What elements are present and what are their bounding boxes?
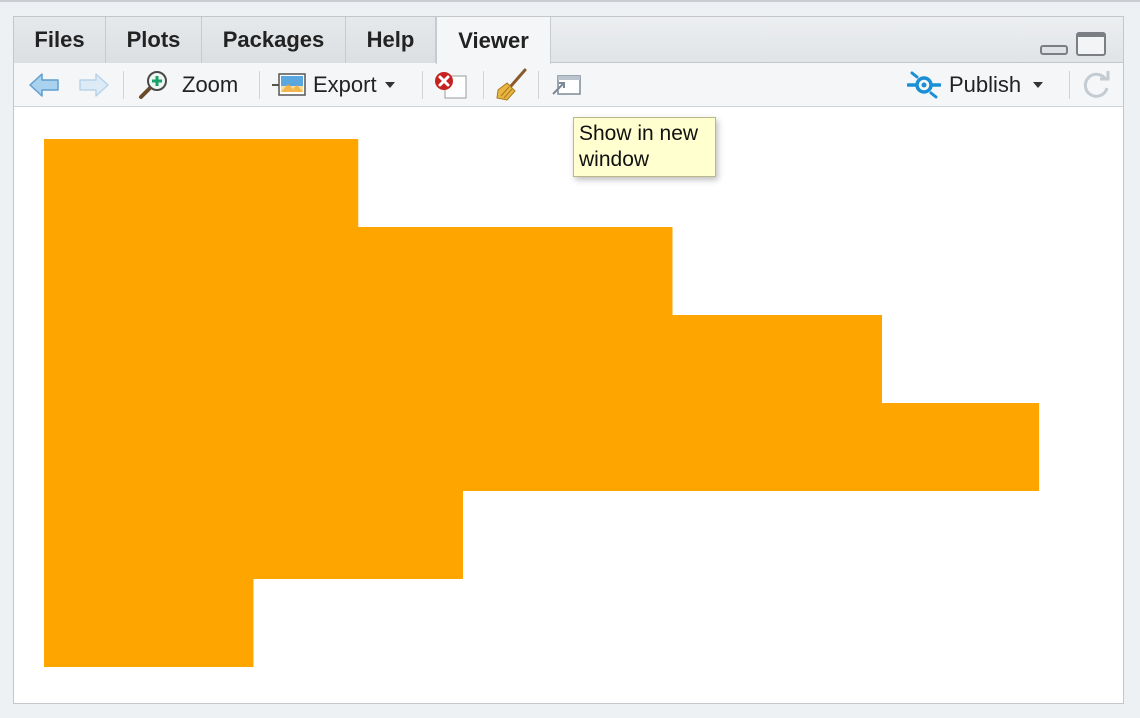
htmlwidget-bars <box>44 139 1040 667</box>
bar-row <box>44 579 254 667</box>
back-button[interactable] <box>28 63 62 107</box>
toolbar-separator <box>422 71 423 99</box>
forward-button[interactable] <box>78 63 112 107</box>
show-in-new-window-tooltip: Show in new window <box>573 117 716 177</box>
toolbar-separator <box>483 71 484 99</box>
publish-label: Publish <box>949 72 1022 97</box>
back-arrow-icon <box>29 73 59 97</box>
zoom-icon <box>139 71 167 99</box>
show-in-new-window-icon <box>552 75 581 95</box>
bar-row <box>44 315 882 403</box>
publish-icon <box>907 71 941 99</box>
tab-files[interactable]: Files <box>14 17 106 63</box>
chevron-down-icon <box>384 82 395 88</box>
refresh-icon <box>1083 71 1110 98</box>
refresh-button[interactable] <box>1082 63 1116 107</box>
export-label: Export <box>313 72 377 97</box>
show-in-new-window-button[interactable] <box>550 63 586 107</box>
bar-row <box>44 227 673 315</box>
minimize-pane-button[interactable] <box>1040 45 1068 55</box>
zoom-label: Zoom <box>182 72 239 97</box>
viewer-pane: Files Plots Packages Help Viewer Zoom Ex… <box>13 16 1124 704</box>
bar-row <box>44 139 359 227</box>
export-menu-button[interactable]: Export <box>271 63 411 107</box>
toolbar-separator <box>1069 71 1070 99</box>
tab-viewer[interactable]: Viewer <box>436 17 551 64</box>
tab-strip: Files Plots Packages Help Viewer <box>14 17 1123 64</box>
forward-arrow-icon <box>79 73 109 97</box>
viewer-content <box>14 108 1123 703</box>
tab-plots[interactable]: Plots <box>106 17 202 63</box>
bar-row <box>44 491 463 579</box>
toolbar-separator <box>123 71 124 99</box>
toolbar-separator <box>538 71 539 99</box>
chevron-down-icon <box>1033 82 1044 88</box>
tooltip-text: Show in new window <box>579 122 699 171</box>
clear-all-viewer-button[interactable] <box>495 63 535 107</box>
toolbar-separator <box>259 71 260 99</box>
remove-viewer-button[interactable] <box>432 63 472 107</box>
broom-icon <box>496 68 527 101</box>
maximize-pane-button[interactable] <box>1076 32 1106 56</box>
export-image-icon <box>272 73 306 96</box>
tab-help[interactable]: Help <box>346 17 436 63</box>
bar-row <box>44 403 1040 491</box>
remove-viewer-icon <box>435 72 467 99</box>
zoom-button[interactable]: Zoom <box>138 63 246 107</box>
tab-packages[interactable]: Packages <box>202 17 346 63</box>
viewer-toolbar: Zoom Export Publish <box>14 63 1123 107</box>
window-top-border <box>0 0 1140 2</box>
publish-menu-button[interactable]: Publish <box>907 63 1057 107</box>
